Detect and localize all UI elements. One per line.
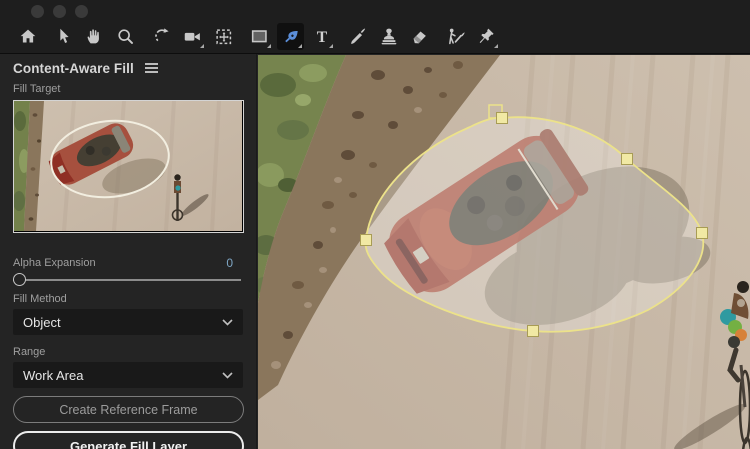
flyout-indicator [329, 44, 333, 48]
mask-vertex-bottom[interactable] [528, 326, 539, 337]
flyout-indicator [494, 44, 498, 48]
mask-vertex-left[interactable] [361, 235, 372, 246]
alpha-expansion-slider[interactable] [13, 273, 243, 287]
selection-tool[interactable] [50, 23, 77, 50]
mask-vertex-top[interactable] [497, 113, 508, 124]
clone-stamp-tool[interactable] [375, 23, 402, 50]
create-reference-frame-button[interactable]: Create Reference Frame [13, 396, 244, 423]
toolbar: T [0, 0, 750, 54]
alpha-expansion-value[interactable]: 0 [226, 256, 243, 270]
slider-handle[interactable] [13, 273, 26, 286]
after-effects-window: T [0, 0, 750, 449]
fill-method-value: Object [23, 315, 61, 330]
pan-behind-tool[interactable] [210, 23, 237, 50]
zoom-window-button[interactable] [75, 5, 88, 18]
tool-strip: T [14, 23, 500, 50]
magnifier-icon [115, 26, 137, 48]
pan-behind-icon [213, 26, 235, 48]
brush-tool[interactable] [344, 23, 371, 50]
panel-menu-icon[interactable] [145, 63, 158, 73]
home-icon [17, 26, 39, 48]
fill-method-dropdown[interactable]: Object [13, 309, 243, 335]
mask-vertex-right[interactable] [697, 228, 708, 239]
panel-title: Content-Aware Fill [13, 61, 134, 76]
chevron-down-icon [222, 372, 233, 379]
minimize-window-button[interactable] [53, 5, 66, 18]
chevron-down-icon [222, 319, 233, 326]
type-tool[interactable]: T [308, 23, 335, 50]
zoom-tool[interactable] [112, 23, 139, 50]
home-tool[interactable] [14, 23, 41, 50]
brush-icon [347, 26, 369, 48]
fill-method-label: Fill Method [13, 293, 243, 306]
flyout-indicator [200, 44, 204, 48]
composition-canvas[interactable] [258, 55, 750, 449]
roto-brush-icon [445, 26, 467, 48]
composition-viewport[interactable] [258, 55, 750, 449]
flyout-indicator [267, 44, 271, 48]
puppet-pin-tool[interactable] [473, 23, 500, 50]
slider-track[interactable] [13, 279, 241, 281]
fill-target-preview [13, 100, 244, 233]
rectangle-tool[interactable] [246, 23, 273, 50]
rotate-arrow-icon [151, 26, 173, 48]
range-dropdown[interactable]: Work Area [13, 362, 243, 388]
window-controls [31, 5, 88, 18]
range-label: Range [13, 346, 243, 359]
fill-target-thumbnail [14, 101, 242, 231]
selection-cursor-icon [53, 26, 75, 48]
flyout-indicator [298, 44, 302, 48]
camera-tool[interactable] [179, 23, 206, 50]
clone-stamp-icon [378, 26, 400, 48]
pen-tool[interactable] [277, 23, 304, 50]
mask-vertex-upper-right[interactable] [622, 154, 633, 165]
eraser-icon [409, 26, 431, 48]
eraser-tool[interactable] [406, 23, 433, 50]
close-window-button[interactable] [31, 5, 44, 18]
range-value: Work Area [23, 368, 83, 383]
rotation-tool[interactable] [148, 23, 175, 50]
hand-icon [84, 26, 106, 48]
content-aware-fill-panel: Content-Aware Fill Fill Target [0, 54, 257, 449]
hand-tool[interactable] [81, 23, 108, 50]
fill-target-label: Fill Target [13, 83, 243, 96]
roto-brush-tool[interactable] [442, 23, 469, 50]
alpha-expansion-label: Alpha Expansion [13, 257, 96, 269]
svg-text:T: T [316, 29, 327, 46]
generate-fill-layer-button[interactable]: Generate Fill Layer [13, 431, 244, 449]
